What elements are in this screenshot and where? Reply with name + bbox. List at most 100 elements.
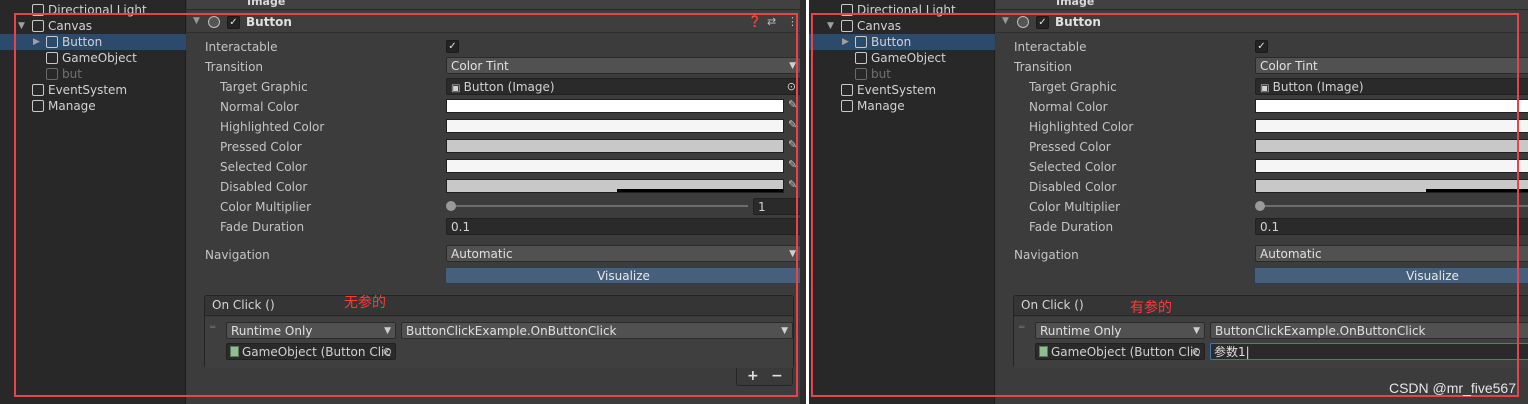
fold-arrow-icon[interactable]: ▼ [193,16,200,26]
left-screenshot: Directional Light ▼ Canvas ▶ Button GameOb… [0,0,806,404]
color-multiplier-slider[interactable] [450,205,748,207]
transition-dropdown[interactable]: Color Tint [1255,57,1528,74]
hierarchy-item-directional-light[interactable]: Directional Light [841,2,956,18]
disabled-color-swatch[interactable] [446,179,784,193]
navigation-label: Navigation [205,248,270,262]
hierarchy-item-button[interactable]: ▶ Button [0,34,186,50]
remove-listener-button[interactable]: − [771,368,783,384]
collapse-arrow-icon[interactable]: ▶ [33,34,40,50]
expand-arrow-icon[interactable]: ▼ [827,18,834,34]
gameobject-icon [46,68,58,80]
onclick-entry: ═ Runtime Only ▼ ButtonClickExample.OnBut… [205,317,793,368]
target-graphic-field[interactable]: ▣ Button (Image) [1255,78,1528,95]
disabled-color-swatch[interactable] [1255,179,1528,193]
selected-color-label: Selected Color [1029,160,1117,174]
selected-color-swatch[interactable] [446,159,784,173]
gameobject-icon [32,84,44,96]
fold-arrow-icon[interactable]: ▼ [1002,16,1009,26]
interactable-checkbox[interactable]: ✓ [446,40,459,53]
hierarchy-panel: Directional Light ▼ Canvas ▶ Button GameOb… [0,0,186,404]
eyedropper-icon[interactable]: ✎ [788,158,797,171]
hierarchy-item-gameobject[interactable]: GameObject [46,50,137,66]
hierarchy-item-directional-light[interactable]: Directional Light [32,2,147,18]
target-graphic-field[interactable]: ▣ Button (Image) ⊙ [446,78,801,95]
object-picker-icon[interactable]: ⊙ [383,344,392,359]
drag-handle-icon[interactable]: ═ [1019,323,1025,333]
color-multiplier-slider[interactable] [1259,205,1528,207]
object-picker-icon[interactable]: ⊙ [787,79,796,94]
slider-knob[interactable] [1255,201,1265,211]
alpha-bar [617,189,783,192]
slider-knob[interactable] [446,201,456,211]
hierarchy-item-but[interactable]: but [46,66,82,82]
eyedropper-icon[interactable]: ✎ [788,118,797,131]
target-object-field[interactable]: GameObject (Button Clic ⊙ [226,343,396,360]
image-component-header[interactable]: Image [996,0,1528,10]
selected-color-swatch[interactable] [1255,159,1528,173]
runtime-dropdown[interactable]: Runtime Only ▼ [1035,322,1205,339]
eyedropper-icon[interactable]: ✎ [788,138,797,151]
drag-handle-icon[interactable]: ═ [210,323,216,333]
normal-color-swatch[interactable] [1255,99,1528,113]
visualize-button[interactable]: Visualize [1254,267,1528,284]
interactable-checkbox[interactable]: ✓ [1255,40,1268,53]
hierarchy-item-but[interactable]: but [855,66,891,82]
hierarchy-item-gameobject[interactable]: GameObject [855,50,946,66]
transition-dropdown[interactable]: Color Tint ▼ [446,57,801,74]
scrollbar[interactable] [800,0,806,404]
hierarchy-item-canvas[interactable]: ▼ Canvas [827,18,901,34]
disabled-color-label: Disabled Color [1029,180,1117,194]
color-multiplier-input[interactable]: 1 [753,198,801,215]
preset-icon[interactable]: ⇄ [767,15,776,28]
hierarchy-item-manage[interactable]: Manage [841,98,905,114]
color-multiplier-label: Color Multiplier [1029,200,1121,214]
collapse-arrow-icon[interactable]: ▶ [842,34,849,50]
function-dropdown[interactable]: ButtonClickExample.OnButtonClick [1210,322,1528,339]
highlighted-color-swatch[interactable] [446,119,784,133]
gameobject-icon [855,68,867,80]
hierarchy-item-eventsystem[interactable]: EventSystem [841,82,936,98]
more-menu-icon[interactable]: ⋮ [787,15,798,28]
navigation-dropdown[interactable]: Automatic [1255,245,1528,262]
help-icon[interactable]: ❓ [748,15,762,28]
text-cursor: | [1245,345,1250,359]
hierarchy-item-button[interactable]: ▶ Button [809,34,995,50]
pressed-color-swatch[interactable] [1255,139,1528,153]
pressed-color-label: Pressed Color [220,140,302,154]
button-component-header[interactable]: ▼ ✓ Button ❓ ⇄ ⋮ [187,12,806,33]
visualize-button[interactable]: Visualize [445,267,802,284]
chevron-down-icon: ▼ [781,326,788,336]
normal-color-swatch[interactable] [446,99,784,113]
hierarchy-item-canvas[interactable]: ▼ Canvas [18,18,92,34]
gameobject-icon [46,36,58,48]
navigation-dropdown[interactable]: Automatic ▼ [446,245,801,262]
eyedropper-icon[interactable]: ✎ [788,98,797,111]
gameobject-icon [841,20,853,32]
highlighted-color-swatch[interactable] [1255,119,1528,133]
onclick-header: On Click () [1014,296,1528,316]
chevron-down-icon: ▼ [1193,326,1200,336]
eyedropper-icon[interactable]: ✎ [788,178,797,191]
expand-arrow-icon[interactable]: ▼ [18,18,25,34]
object-picker-icon[interactable]: ⊙ [1192,344,1201,359]
target-object-field[interactable]: GameObject (Button Clic ⊙ [1035,343,1205,360]
gameobject-icon [32,100,44,112]
pressed-color-swatch[interactable] [446,139,784,153]
component-enabled-checkbox[interactable]: ✓ [1036,16,1049,29]
hierarchy-item-eventsystem[interactable]: EventSystem [32,82,127,98]
add-listener-button[interactable]: + [747,368,759,384]
chevron-down-icon: ▼ [789,249,796,259]
image-component-header[interactable]: Image [187,0,806,10]
hierarchy-item-manage[interactable]: Manage [32,98,96,114]
alpha-bar [1426,189,1528,192]
color-multiplier-label: Color Multiplier [220,200,312,214]
fade-duration-input[interactable]: 0.1 [1255,218,1528,235]
runtime-dropdown[interactable]: Runtime Only ▼ [226,322,396,339]
component-enabled-checkbox[interactable]: ✓ [227,16,240,29]
button-component-header[interactable]: ▼ ✓ Button [996,12,1528,33]
gameobject-icon [855,36,867,48]
inspector-panel: Image ▼ ✓ Button ❓ ⇄ ⋮ Interactable ✓ Tr… [187,0,806,404]
parameter-input[interactable]: 参数1| [1210,343,1528,360]
function-dropdown[interactable]: ButtonClickExample.OnButtonClick ▼ [401,322,793,339]
fade-duration-input[interactable]: 0.1 [446,218,801,235]
